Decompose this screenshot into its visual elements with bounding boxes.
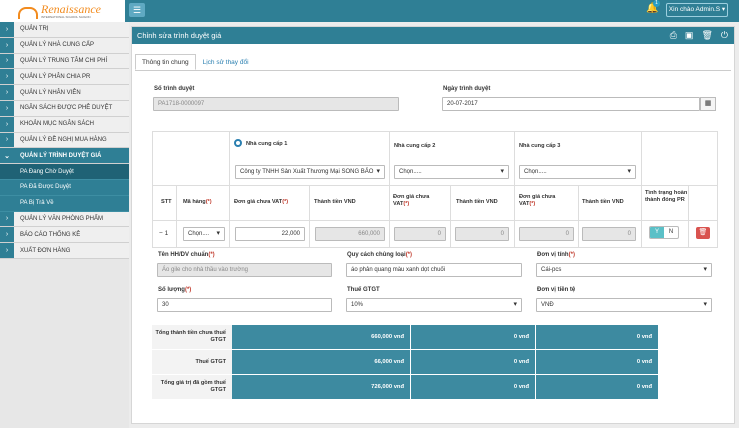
don-gia-1-input[interactable]: 22,000 [235, 227, 305, 241]
thanh-tien-2-field: 0 [455, 227, 509, 241]
chevron-down-icon: ⌄ [0, 148, 14, 164]
ma-hang-select[interactable]: Chọn.... [183, 227, 225, 241]
menu-toggle-button[interactable]: ☰ [129, 3, 145, 17]
thanh-tien-2-header: Thành tiền VND [456, 199, 498, 205]
edit-panel: Chỉnh sửa trình duyệt giá ⎙ ▣ 🗑 ⏻ Thông … [131, 26, 735, 424]
toggle-yes[interactable]: Y [650, 227, 664, 238]
tinh-trang-header: Tình trạng hoàn thành đóng PR [645, 190, 688, 203]
ncc1-select[interactable]: Công ty TNHH Sản Xuất Thương Mại SONG BẢ… [235, 165, 385, 179]
total-row-grand: Tổng giá trị đã gồm thuế GTGT 726,000 vn… [152, 375, 718, 399]
don-gia-1-header: Đơn giá chưa VAT(*) [234, 199, 289, 205]
sidebar-item-de-nghi-mua-hang[interactable]: › QUẢN LÝ ĐỀ NGHỊ MUA HÀNG [0, 132, 129, 149]
calendar-icon[interactable]: ▦ [700, 97, 716, 111]
chevron-right-icon: › [0, 227, 14, 243]
chevron-right-icon: › [0, 116, 14, 132]
brand-name: Renaissance [41, 1, 101, 16]
brand-logo[interactable]: Renaissance INTERNATIONAL SCHOOL SAIGON [0, 0, 125, 22]
ncc2-select[interactable]: Chọn..... [394, 165, 509, 179]
trash-icon[interactable]: 🗑 [701, 27, 712, 44]
ncc2-label: Nhà cung cấp 2 [394, 143, 436, 149]
chevron-right-icon: › [0, 211, 14, 227]
sidebar-item-ngan-sach[interactable]: › NGÂN SÁCH ĐƯỢC PHÊ DUYỆT [0, 100, 129, 117]
don-gia-3-input[interactable]: 0 [519, 227, 574, 241]
sidebar-subitem-pa-da-duyet[interactable]: PA Đã Được Duyệt [0, 179, 129, 196]
panel-header: Chỉnh sửa trình duyệt giá ⎙ ▣ 🗑 ⏻ [132, 27, 734, 44]
ten-hh-label: Tên HH/DV chuẩn(*) [158, 252, 215, 258]
sidebar-item-quan-tri[interactable]: › QUẢN TRỊ [0, 22, 129, 38]
sidebar-subitem-pa-tra-ve[interactable]: PA Bị Trả Về [0, 195, 129, 212]
ma-hang-header: Mã hàng(*) [183, 199, 212, 205]
thue-label: Thuế GTGT [347, 287, 380, 293]
don-vi-tinh-select[interactable]: Cái-pcs [536, 263, 712, 277]
chevron-right-icon: › [0, 53, 14, 69]
notification-badge: 1 [653, 0, 660, 7]
ncc1-radio[interactable] [234, 139, 242, 147]
row-stt: − 1 [159, 230, 169, 237]
chevron-right-icon: › [0, 37, 14, 53]
bell-icon[interactable]: 🔔 1 [646, 0, 660, 16]
sidebar-item-nhan-vien[interactable]: › QUẢN LÝ NHÂN VIÊN [0, 85, 129, 101]
toggle-no[interactable]: N [664, 227, 678, 238]
ncc3-select[interactable]: Chọn..... [519, 165, 636, 179]
quy-cach-label: Quy cách chủng loại(*) [347, 252, 413, 258]
delete-row-button[interactable]: 🗑 [696, 227, 710, 239]
so-trinh-duyet-field: PA1718-0000097 [153, 97, 399, 111]
total-row-vat: Thuế GTGT 66,000 vnđ 0 vnđ 0 vnđ [152, 350, 718, 374]
ngay-trinh-duyet-label: Ngày trình duyệt [443, 86, 491, 92]
thanh-tien-1-header: Thành tiền VND [314, 199, 356, 205]
chevron-right-icon: › [0, 85, 14, 100]
sidebar-item-nha-cung-cap[interactable]: › QUẢN LÝ NHÀ CUNG CẤP [0, 37, 129, 54]
thanh-tien-3-field: 0 [582, 227, 636, 241]
don-gia-2-header: Đơn giá chưa VAT(*) [393, 194, 430, 207]
chevron-right-icon: › [0, 132, 14, 148]
tab-divider [135, 70, 731, 71]
top-bar: Renaissance INTERNATIONAL SCHOOL SAIGON … [0, 0, 739, 22]
chevron-right-icon: › [0, 69, 14, 85]
save-icon[interactable]: ▣ [685, 27, 694, 44]
sidebar-item-van-phong-pham[interactable]: › QUẢN LÝ VĂN PHÒNG PHẨM [0, 211, 129, 228]
thanh-tien-3-header: Thành tiền VND [582, 199, 624, 205]
panel-title: Chỉnh sửa trình duyệt giá [137, 31, 222, 40]
power-icon[interactable]: ⏻ [721, 27, 728, 44]
so-trinh-duyet-label: Số trình duyệt [154, 86, 195, 92]
sidebar-item-trinh-duyet-gia[interactable]: ⌄ QUẢN LÝ TRÌNH DUYỆT GIÁ [0, 148, 129, 165]
so-luong-label: Số lượng(*) [158, 287, 192, 293]
ten-hh-field[interactable]: Áo gile cho nhà thầu vào trường [157, 263, 332, 277]
don-vi-tien-te-select[interactable]: VNĐ [536, 298, 712, 312]
ncc3-label: Nhà cung cấp 3 [519, 143, 561, 149]
sidebar-subitem-pa-cho-duyet[interactable]: PA Đang Chờ Duyệt [0, 164, 129, 180]
stt-header: STT [161, 199, 172, 205]
quy-cach-field[interactable]: áo phản quang màu xanh dọt chuối [346, 263, 522, 277]
ncc1-label: Nhà cung cấp 1 [246, 141, 288, 147]
sidebar: › QUẢN TRỊ › QUẢN LÝ NHÀ CUNG CẤP › QUẢN LÝ… [0, 22, 129, 428]
user-menu-button[interactable]: Xin chào Admin.S ▾ [666, 3, 728, 17]
ngay-trinh-duyet-field[interactable]: 20-07-2017 [442, 97, 700, 111]
thue-select[interactable]: 10% [346, 298, 522, 312]
print-icon[interactable]: ⎙ [670, 27, 677, 44]
sidebar-item-trung-tam-chi-phi[interactable]: › QUẢN LÝ TRUNG TÂM CHI PHÍ [0, 53, 129, 70]
chevron-right-icon: › [0, 22, 14, 37]
so-luong-field[interactable]: 30 [157, 298, 332, 312]
don-gia-3-header: Đơn giá chưa VAT(*) [519, 194, 556, 207]
tab-thong-tin-chung[interactable]: Thông tin chung [135, 54, 196, 70]
don-gia-2-input[interactable]: 0 [394, 227, 446, 241]
don-vi-tinh-label: Đơn vị tính(*) [537, 252, 575, 258]
sidebar-item-xuat-don-hang[interactable]: › XUẤT ĐƠN HÀNG [0, 243, 129, 259]
sidebar-item-bao-cao[interactable]: › BÁO CÁO THỐNG KÊ [0, 227, 129, 244]
chevron-right-icon: › [0, 100, 14, 116]
don-vi-tien-te-label: Đơn vị tiền tệ [537, 287, 576, 293]
thanh-tien-1-field: 660,000 [315, 227, 385, 241]
tab-lich-su[interactable]: Lịch sử thay đổi [196, 54, 256, 70]
chevron-right-icon: › [0, 243, 14, 258]
sidebar-item-khoan-muc[interactable]: › KHOẢN MỤC NGÂN SÁCH [0, 116, 129, 133]
completion-toggle[interactable]: YN [649, 226, 679, 239]
sidebar-item-phan-chia-pr[interactable]: › QUẢN LÝ PHÂN CHIA PR [0, 69, 129, 86]
sun-logo-icon [16, 4, 38, 19]
total-row-subtotal: Tổng thành tiền chưa thuế GTGT 660,000 v… [152, 325, 718, 349]
